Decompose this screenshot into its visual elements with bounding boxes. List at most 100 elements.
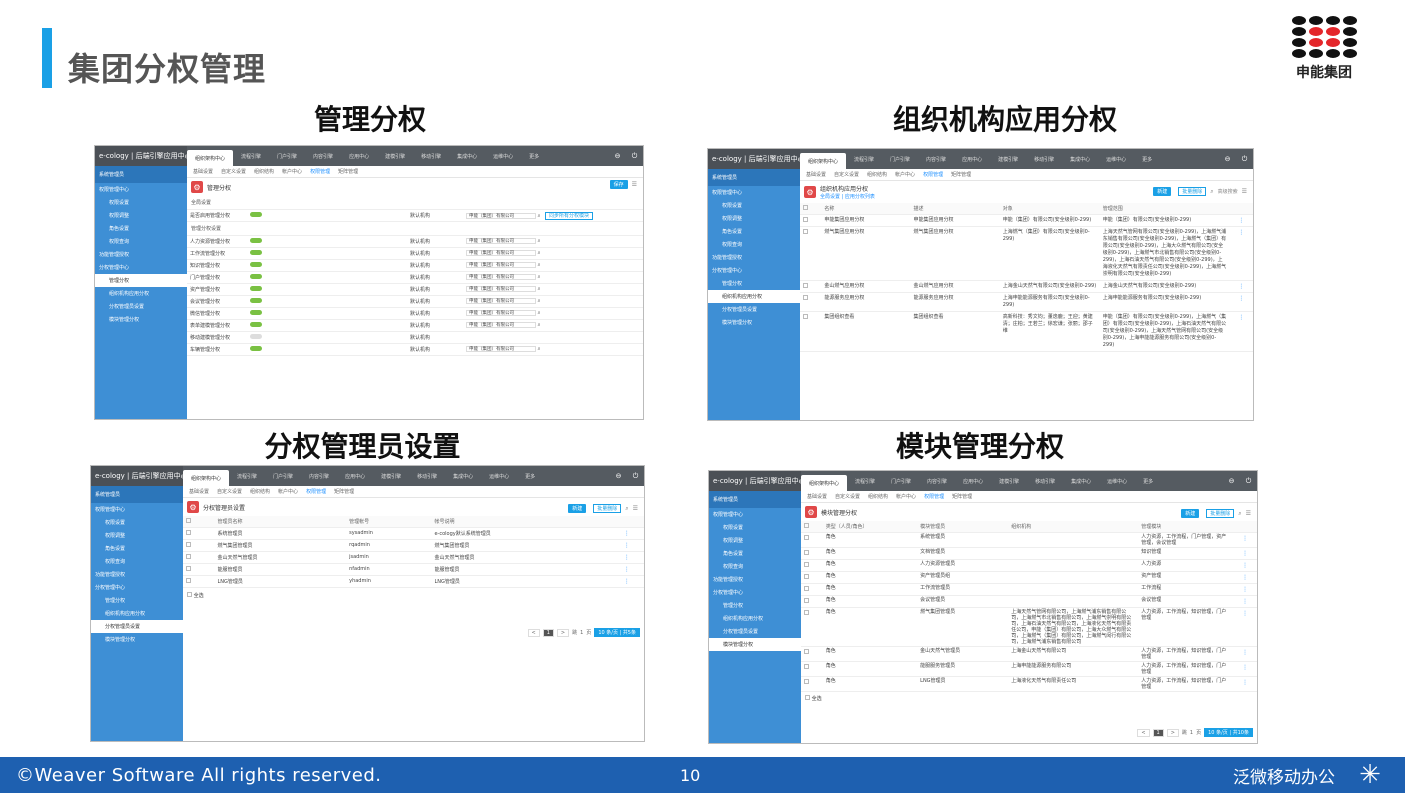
sub-tab[interactable]: 自定义设置 — [835, 493, 860, 500]
search-icon[interactable]: ⌕ — [536, 262, 541, 268]
top-tab[interactable]: 流程引擎 — [229, 466, 265, 486]
advanced-search-link[interactable]: 高级搜索 — [1218, 188, 1238, 195]
more-icon[interactable]: ⋮ — [609, 575, 644, 588]
prev-page-button[interactable]: < — [527, 628, 540, 637]
sidebar-item[interactable]: 分权管理员设置 — [709, 625, 801, 638]
more-icon[interactable]: ⋮ — [1233, 583, 1257, 596]
list-icon[interactable]: ☰ — [633, 505, 638, 512]
top-tab[interactable]: 移动引擎 — [409, 466, 445, 486]
new-button[interactable]: 新建 — [1153, 187, 1172, 196]
sub-tab[interactable]: 组织结构 — [868, 493, 888, 500]
top-tab[interactable]: 更多 — [1135, 471, 1161, 491]
power-icon[interactable]: ⏻ — [632, 152, 638, 161]
sidebar-item[interactable]: 权限设置 — [91, 516, 183, 529]
list-icon[interactable]: ☰ — [1242, 188, 1247, 195]
toggle-switch[interactable] — [250, 238, 262, 243]
page-size-select[interactable]: 10 条/页 | 共5条 — [594, 628, 640, 637]
sidebar-item[interactable]: 角色设置 — [708, 225, 800, 238]
more-icon[interactable]: ⋮ — [1233, 571, 1257, 584]
checkbox[interactable] — [804, 574, 809, 579]
sidebar-item[interactable]: 权限设置 — [708, 199, 800, 212]
top-tab[interactable]: 流程引擎 — [847, 471, 883, 491]
checkbox[interactable] — [803, 205, 808, 210]
sidebar-item[interactable]: 管理分权 — [708, 277, 800, 290]
batch-delete-button[interactable]: 批量删除 — [1206, 509, 1235, 518]
org-input[interactable]: 申能（集团）有限公司 — [466, 250, 536, 256]
search-icon[interactable]: ⌕ — [536, 250, 541, 256]
top-tab[interactable]: 集成中心 — [449, 146, 485, 166]
toggle-switch[interactable] — [250, 250, 262, 255]
search-icon[interactable]: ⌕ — [538, 213, 541, 219]
toggle-switch[interactable] — [250, 346, 262, 351]
top-tab[interactable]: 移动引擎 — [1026, 149, 1062, 169]
top-tab[interactable]: 门户引擎 — [883, 471, 919, 491]
sub-tab[interactable]: 自定义设置 — [217, 488, 242, 495]
more-icon[interactable]: ⋮ — [1229, 292, 1253, 312]
top-tab[interactable]: 建模引擎 — [991, 471, 1027, 491]
top-tab[interactable]: 运维中心 — [481, 466, 517, 486]
search-icon[interactable]: ⌕ — [536, 310, 541, 316]
search-icon[interactable]: ⌕ — [536, 346, 541, 352]
top-tab[interactable]: 组织架构中心 — [800, 153, 847, 169]
top-tab[interactable]: 流程引擎 — [846, 149, 882, 169]
new-button[interactable]: 新建 — [568, 504, 587, 513]
checkbox[interactable] — [804, 649, 809, 654]
settings-icon[interactable]: ⊖ — [615, 152, 621, 160]
top-tab[interactable]: 门户引擎 — [269, 146, 305, 166]
sidebar-item[interactable]: 管理分权 — [91, 594, 183, 607]
sidebar-item[interactable]: 权限调整 — [709, 534, 801, 547]
top-tab[interactable]: 应用中心 — [955, 471, 991, 491]
batch-delete-button[interactable]: 批量删除 — [1178, 187, 1207, 196]
prev-page-button[interactable]: < — [1137, 728, 1150, 737]
sub-tab[interactable]: 组织结构 — [250, 488, 270, 495]
toggle-switch[interactable] — [250, 298, 262, 303]
sub-tab[interactable]: 基础设置 — [189, 488, 209, 495]
sub-tab[interactable]: 帐户中心 — [278, 488, 298, 495]
sub-tab[interactable]: 权限管理 — [924, 493, 944, 500]
sidebar-item[interactable]: 权限调整 — [708, 212, 800, 225]
sub-tab[interactable]: 组织结构 — [867, 171, 887, 178]
save-button[interactable]: 保存 — [609, 180, 628, 189]
sidebar-item[interactable]: 功能管理授权 — [709, 573, 801, 586]
checkbox[interactable] — [186, 566, 191, 571]
checkbox[interactable] — [186, 554, 191, 559]
sidebar-item[interactable]: 权限查询 — [95, 235, 187, 248]
sidebar-item[interactable]: 管理分权 — [709, 599, 801, 612]
top-tab[interactable]: 内容引擎 — [918, 149, 954, 169]
checkbox[interactable] — [804, 535, 809, 540]
sidebar-item[interactable]: 功能管理授权 — [95, 248, 187, 261]
jump-page-input[interactable]: 1 — [1190, 730, 1193, 736]
sidebar-item[interactable]: 分权管理员设置 — [91, 620, 183, 633]
more-icon[interactable]: ⋮ — [1233, 646, 1257, 662]
sidebar-item[interactable]: 权限管理中心 — [95, 183, 187, 196]
top-tab[interactable]: 建模引擎 — [373, 466, 409, 486]
checkbox[interactable] — [804, 679, 809, 684]
more-icon[interactable]: ⋮ — [1233, 547, 1257, 560]
sidebar-item[interactable]: 分权管理员设置 — [708, 303, 800, 316]
more-icon[interactable]: ⋮ — [1229, 311, 1253, 352]
sidebar-item[interactable]: 权限管理中心 — [91, 503, 183, 516]
jump-page-input[interactable]: 1 — [580, 630, 583, 636]
batch-delete-button[interactable]: 批量删除 — [593, 504, 622, 513]
top-tab[interactable]: 集成中心 — [445, 466, 481, 486]
sub-tab[interactable]: 帐户中心 — [282, 168, 302, 175]
sub-tab[interactable]: 矩阵管理 — [952, 493, 972, 500]
checkbox[interactable] — [186, 530, 191, 535]
select-all[interactable]: 全选 — [801, 692, 1257, 705]
sidebar-item[interactable]: 分权管理员设置 — [95, 300, 187, 313]
top-tab[interactable]: 门户引擎 — [265, 466, 301, 486]
sub-tab[interactable]: 组织结构 — [254, 168, 274, 175]
org-input[interactable]: 申能（集团）有限公司 — [466, 346, 536, 352]
org-input[interactable]: 申能（集团）有限公司 — [466, 322, 536, 328]
sidebar-item[interactable]: 分权管理中心 — [708, 264, 800, 277]
sub-tab[interactable]: 帐户中心 — [895, 171, 915, 178]
checkbox[interactable] — [803, 217, 808, 222]
sidebar-item[interactable]: 模块管理分权 — [91, 633, 183, 646]
sidebar-item[interactable]: 模块管理分权 — [95, 313, 187, 326]
sidebar-item[interactable]: 组织机构应用分权 — [708, 290, 800, 303]
top-tab[interactable]: 流程引擎 — [233, 146, 269, 166]
checkbox[interactable] — [803, 283, 808, 288]
sidebar-item[interactable]: 角色设置 — [709, 547, 801, 560]
sidebar-item[interactable]: 分权管理中心 — [709, 586, 801, 599]
checkbox[interactable] — [803, 314, 808, 319]
